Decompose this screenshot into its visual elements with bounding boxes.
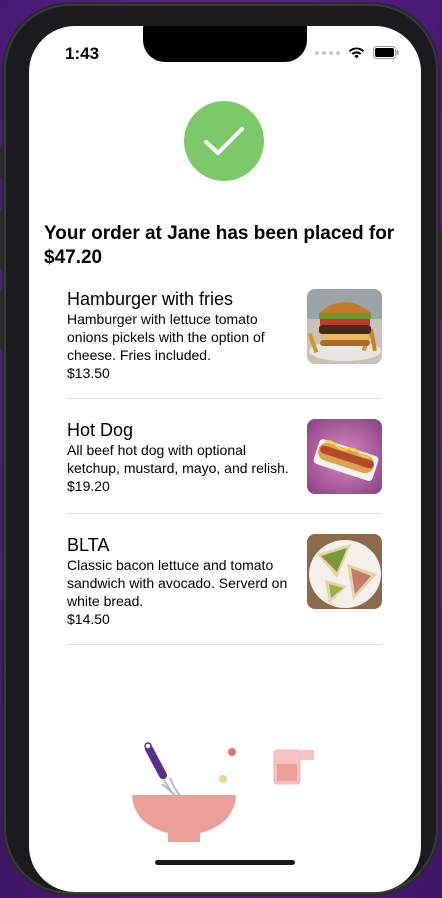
order-item-description: Classic bacon lettuce and tomato sandwic… xyxy=(67,557,288,609)
blta-photo xyxy=(307,534,382,609)
order-item-name: Hot Dog xyxy=(67,420,134,440)
order-item-name: Hamburger with fries xyxy=(67,289,234,309)
checkmark-icon xyxy=(204,127,244,155)
power-button xyxy=(438,230,442,320)
status-time: 1:43 xyxy=(65,44,100,63)
order-item-name: BLTA xyxy=(67,535,110,555)
hotdog-photo xyxy=(307,419,382,494)
mixing-bowl-illustration xyxy=(124,738,328,848)
status-icons xyxy=(315,46,399,59)
signal-dots-icon xyxy=(315,50,340,55)
order-item-description: All beef hot dog with optional ketchup, … xyxy=(67,442,289,476)
item-divider xyxy=(67,644,382,645)
order-item-price: $13.50 xyxy=(67,365,110,381)
order-item-details: BLTA Classic bacon lettuce and tomato sa… xyxy=(67,534,299,628)
order-item-price: $14.50 xyxy=(67,611,110,627)
order-confirmation-headline: Your order at Jane has been placed for $… xyxy=(44,223,395,268)
home-indicator[interactable] xyxy=(155,860,295,865)
order-item[interactable]: Hot Dog All beef hot dog with optional k… xyxy=(67,399,382,513)
notch xyxy=(143,26,307,62)
order-item-details: Hamburger with fries Hamburger with lett… xyxy=(67,288,299,382)
screen: 1:43 Your order at Jane has been placed … xyxy=(29,26,421,892)
order-item-price: $19.20 xyxy=(67,478,110,494)
order-item-details: Hot Dog All beef hot dog with optional k… xyxy=(67,419,299,495)
order-item[interactable]: Hamburger with fries Hamburger with lett… xyxy=(67,288,382,398)
success-checkmark-badge xyxy=(184,101,264,181)
battery-icon xyxy=(373,46,399,59)
wifi-icon xyxy=(348,46,365,58)
order-item-description: Hamburger with lettuce tomato onions pic… xyxy=(67,311,265,363)
phone-frame: 1:43 Your order at Jane has been placed … xyxy=(4,4,438,894)
order-item[interactable]: BLTA Classic bacon lettuce and tomato sa… xyxy=(67,514,382,644)
order-items-list: Hamburger with fries Hamburger with lett… xyxy=(67,288,382,645)
hamburger-photo xyxy=(307,289,382,364)
